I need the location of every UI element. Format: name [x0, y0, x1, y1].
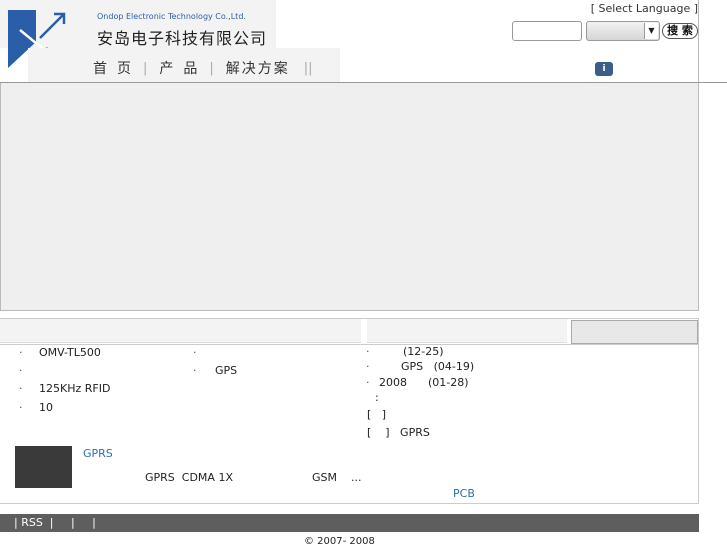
feature-description: GPRS CDMA 1X	[145, 471, 233, 484]
bullet: ·	[19, 364, 23, 377]
nav-item-solutions[interactable]: 解决方案	[226, 58, 290, 78]
news-item[interactable]: (12-25)	[403, 345, 444, 358]
company-name-cn: 安岛电子科技有限公司	[97, 29, 268, 48]
chevron-down-icon: ▼	[644, 23, 658, 39]
company-name-en: Ondop Electronic Technology Co.,Ltd.	[97, 12, 246, 21]
main-nav: 首页 | 产品 | 解决方案 ||	[93, 58, 325, 78]
feature-description-more: GSM ...	[312, 471, 362, 484]
list-item[interactable]: OMV-TL500	[39, 346, 101, 359]
bullet: ·	[193, 364, 197, 377]
nav-item-products[interactable]: 产品	[159, 58, 207, 78]
bullet: ·	[19, 382, 23, 395]
feature-title-link[interactable]: GPRS	[83, 447, 113, 460]
copyright-text: © 2007- 2008	[304, 536, 375, 545]
select-language-link[interactable]: [ Select Language ]	[591, 2, 698, 15]
feature-thumbnail[interactable]	[15, 446, 72, 488]
list-item[interactable]: 10	[39, 401, 53, 414]
nav-separator: ||	[303, 60, 313, 76]
bullet: ·	[366, 376, 370, 389]
panel-divider	[0, 344, 699, 345]
bullet: ·	[19, 401, 23, 414]
news-item[interactable]: :	[375, 391, 379, 404]
news-item[interactable]: [ ] GPRS	[367, 426, 430, 439]
list-item[interactable]: GPS	[215, 364, 237, 377]
search-input[interactable]	[512, 21, 582, 41]
bullet: ·	[366, 360, 370, 373]
bullet: ·	[193, 346, 197, 359]
pcb-link[interactable]: PCB	[453, 487, 475, 500]
news-item[interactable]: [ ]	[367, 408, 386, 421]
info-icon[interactable]: i	[595, 62, 613, 76]
bullet: ·	[366, 345, 370, 358]
header-divider	[698, 0, 699, 83]
banner-area	[0, 83, 699, 311]
site-header: ondop Ondop Electronic Technology Co.,Lt…	[0, 0, 727, 83]
nav-item-home[interactable]: 首页	[93, 58, 141, 78]
nav-separator: |	[143, 60, 148, 76]
search-category-select[interactable]: ▼	[586, 21, 660, 41]
panel-header-news	[367, 319, 567, 343]
footer-links-bar[interactable]: | RSS | | |	[0, 514, 699, 532]
nav-separator: |	[209, 60, 214, 76]
search-button[interactable]: 搜 索	[662, 23, 698, 39]
panel-header-more[interactable]	[571, 320, 698, 344]
list-item[interactable]: 125KHz RFID	[39, 382, 110, 395]
news-item[interactable]: GPS (04-19)	[401, 360, 474, 373]
news-item[interactable]: 2008 (01-28)	[379, 376, 469, 389]
bullet: ·	[19, 346, 23, 359]
panel-header-products	[0, 319, 361, 343]
